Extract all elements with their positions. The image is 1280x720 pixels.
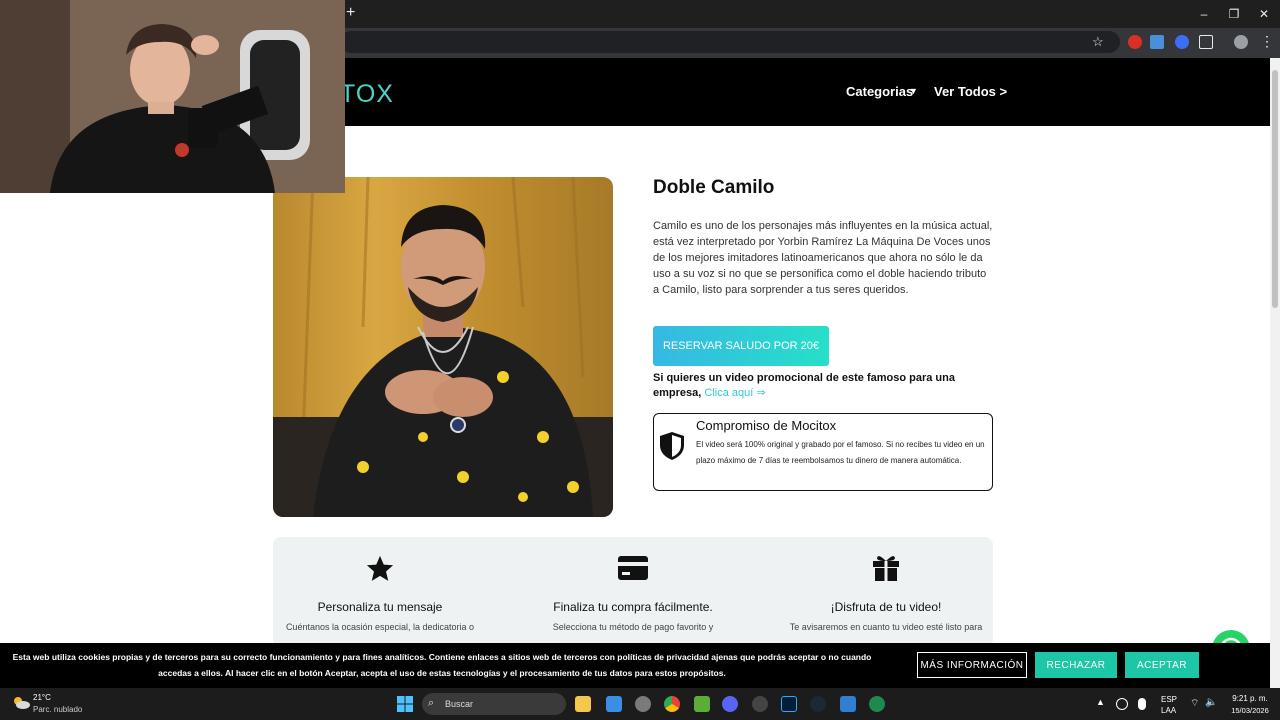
extension-icon[interactable] — [1175, 35, 1189, 49]
taskbar-search-placeholder: Buscar — [445, 699, 474, 709]
extension-icon[interactable] — [1128, 35, 1142, 49]
chrome-icon[interactable] — [664, 696, 680, 712]
accept-cookies-button[interactable]: ACEPTAR — [1125, 652, 1199, 678]
app-icon[interactable] — [869, 696, 885, 712]
maximize-button[interactable]: ❐ — [1226, 6, 1242, 22]
product-title: Doble Camilo — [653, 177, 775, 198]
bookmark-star-icon[interactable]: ☆ — [1092, 34, 1104, 50]
new-tab-button[interactable]: + — [346, 5, 355, 21]
steam-icon[interactable] — [810, 696, 826, 712]
windows-start-icon[interactable] — [397, 696, 413, 712]
feature-text-enjoy: Te avisaremos en cuanto tu video esté li… — [789, 622, 983, 632]
input-language[interactable]: ESP — [1161, 695, 1177, 704]
promo-text: Si quieres un video promocional de este … — [653, 371, 998, 401]
search-icon: ⌕ — [428, 697, 435, 709]
profile-avatar-icon[interactable] — [1234, 35, 1248, 49]
app-icon[interactable] — [840, 696, 856, 712]
weather-temperature[interactable]: 21°C — [33, 693, 51, 702]
network-icon[interactable]: ⌔ — [1190, 697, 1199, 710]
taskbar-search[interactable] — [422, 693, 566, 715]
promo-message: Si quieres un video promocional de este … — [653, 372, 955, 399]
discord-icon[interactable] — [722, 696, 738, 712]
photoshop-icon[interactable] — [781, 696, 797, 712]
credit-card-icon — [618, 556, 648, 580]
site-logo[interactable]: TOX — [340, 80, 394, 109]
nav-view-all[interactable]: Ver Todos > — [934, 84, 1007, 99]
address-bar[interactable] — [340, 31, 1120, 53]
star-icon — [366, 555, 394, 581]
webcam-overlay — [0, 0, 345, 193]
shield-icon — [660, 432, 684, 460]
gift-icon — [873, 556, 899, 581]
weather-description[interactable]: Parc. nublado — [33, 705, 82, 714]
minecraft-icon[interactable] — [694, 696, 710, 712]
product-photo — [273, 177, 613, 517]
minimize-button[interactable]: – — [1196, 6, 1212, 22]
input-layout[interactable]: LAA — [1161, 706, 1176, 715]
promo-link[interactable]: Clica aquí ⇒ — [704, 387, 765, 399]
extensions-puzzle-icon[interactable] — [1199, 35, 1213, 49]
scrollbar-thumb[interactable] — [1272, 70, 1278, 308]
volume-icon[interactable]: 🔈 — [1205, 697, 1217, 708]
tray-chevron-up-icon[interactable]: ▲ — [1096, 697, 1105, 707]
sync-icon[interactable] — [1116, 698, 1128, 710]
feature-text-personalize: Cuéntanos la ocasión especial, la dedica… — [285, 622, 475, 632]
guarantee-title: Compromiso de Mocitox — [696, 418, 837, 433]
obs-icon[interactable] — [752, 696, 768, 712]
partly-cloudy-icon[interactable] — [12, 696, 30, 710]
translate-extension-icon[interactable] — [1150, 35, 1164, 49]
nav-categories[interactable]: Categorias — [846, 84, 913, 99]
product-description: Camilo es uno de los personajes más infl… — [653, 220, 993, 296]
cookie-text: Esta web utiliza cookies propias y de te… — [12, 652, 872, 678]
photos-app-icon[interactable] — [606, 696, 622, 712]
feature-title-personalize: Personaliza tu mensaje — [317, 600, 443, 614]
feature-title-checkout: Finaliza tu compra fácilmente. — [553, 600, 713, 614]
guarantee-text: El video será 100% original y grabado po… — [696, 440, 985, 465]
more-info-button[interactable]: MÁS INFORMACIÓN — [917, 652, 1027, 678]
file-explorer-icon[interactable] — [575, 696, 591, 712]
microphone-icon[interactable] — [1138, 698, 1146, 710]
reserve-greeting-button[interactable]: RESERVAR SALUDO POR 20€ — [653, 326, 829, 366]
chevron-down-icon: ▼ — [909, 86, 918, 96]
browser-menu-icon[interactable]: ⋮ — [1260, 33, 1274, 50]
clock-time[interactable]: 9:21 p. m. — [1226, 694, 1274, 703]
settings-gear-icon[interactable] — [635, 696, 651, 712]
clock-date[interactable]: 15/03/2026 — [1226, 706, 1274, 715]
feature-title-enjoy: ¡Disfruta de tu video! — [830, 600, 942, 614]
reject-cookies-button[interactable]: RECHAZAR — [1035, 652, 1117, 678]
feature-text-checkout: Selecciona tu método de pago favorito y — [552, 622, 714, 632]
close-window-button[interactable]: ✕ — [1256, 6, 1272, 22]
